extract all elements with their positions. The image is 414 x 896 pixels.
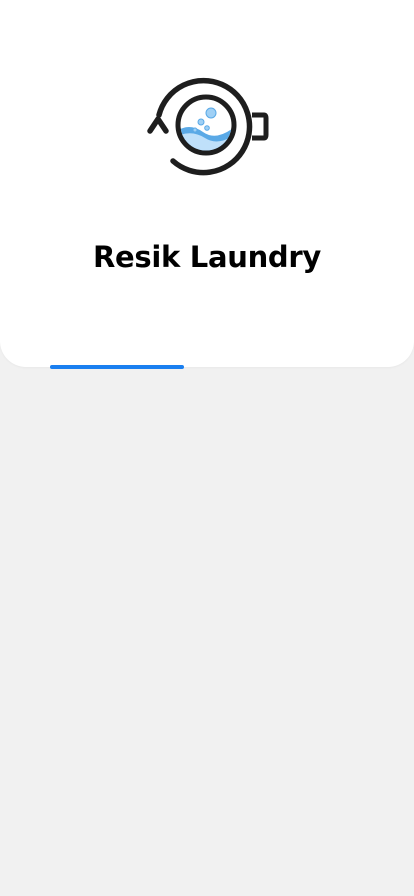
washing-machine-icon xyxy=(145,75,269,177)
content-area xyxy=(0,370,414,896)
app-title: Resik Laundry xyxy=(93,240,321,274)
header-card: Resik Laundry xyxy=(0,0,414,367)
active-tab-indicator xyxy=(50,365,184,369)
